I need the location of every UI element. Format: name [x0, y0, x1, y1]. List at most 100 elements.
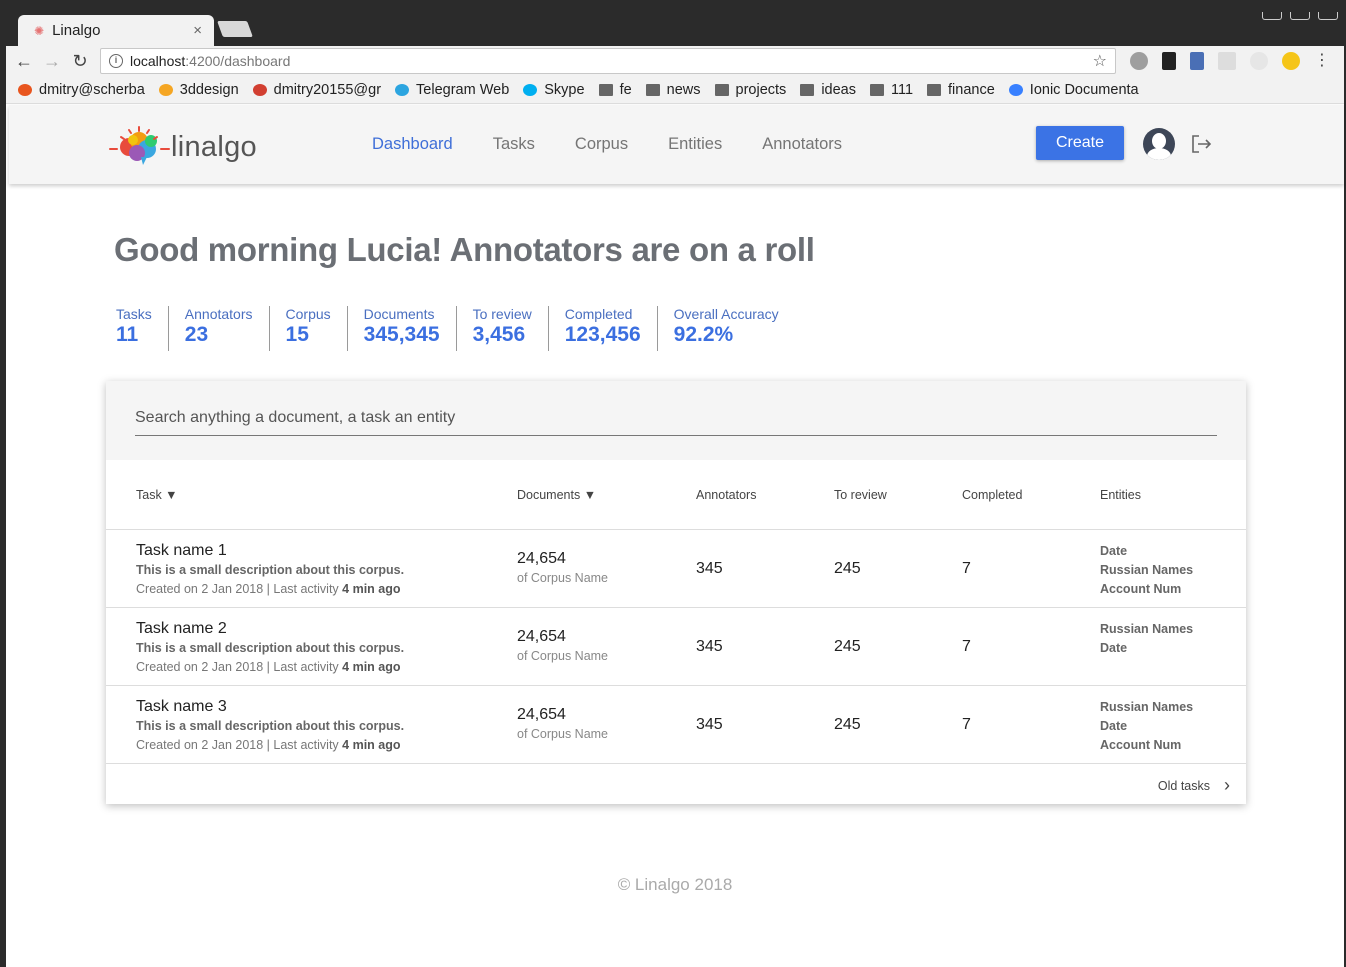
react-extension-icon[interactable]	[1250, 52, 1268, 70]
task-name[interactable]: Task name 3	[136, 698, 227, 716]
eyedropper-extension-icon[interactable]	[1190, 52, 1204, 70]
header-annotators: Annotators	[696, 488, 757, 502]
completed-count: 7	[962, 560, 971, 577]
to-review-count: 245	[834, 638, 861, 655]
nav-annotators[interactable]: Annotators	[762, 135, 842, 154]
logout-icon[interactable]	[1189, 132, 1213, 156]
task-name[interactable]: Task name 1	[136, 542, 227, 560]
maximize-icon[interactable]	[1290, 12, 1310, 20]
task-last-activity: 4 min ago	[342, 582, 401, 596]
table-row[interactable]: Task name 2 This is a small description a…	[106, 608, 1246, 686]
bookmark-item[interactable]: dmitry20155@gr	[252, 81, 382, 98]
menu-kebab-icon[interactable]: ⋮	[1314, 52, 1330, 70]
linalgo-logo[interactable]: linalgo	[107, 123, 257, 171]
user-avatar[interactable]	[1143, 128, 1175, 160]
telegram-icon	[395, 83, 410, 96]
bookmark-item[interactable]: dmitry@scherba	[18, 82, 145, 98]
stat-value: 345,345	[363, 323, 440, 346]
header-documents[interactable]: Documents ▼	[517, 488, 596, 502]
nav-dashboard[interactable]: Dashboard	[372, 135, 453, 154]
search-area	[106, 381, 1246, 460]
stat-completed: Completed 123,456	[547, 306, 657, 351]
corpus-name: of Corpus Name	[517, 649, 609, 663]
dino-extension-icon[interactable]	[1162, 52, 1176, 70]
folder-icon	[598, 83, 613, 96]
old-tasks-link[interactable]: Old tasks ›	[1158, 775, 1230, 796]
task-meta: Created on 2 Jan 2018 | Last activity 4 …	[136, 582, 401, 596]
reload-icon[interactable]: ↻	[66, 51, 94, 72]
task-created: Created on 2 Jan 2018 | Last activity	[136, 582, 343, 596]
page-footer: © Linalgo 2018	[617, 875, 733, 894]
chevron-right-icon: ›	[1224, 775, 1230, 795]
bookmark-label: Ionic Documenta	[1029, 81, 1139, 98]
document-count: 24,654	[517, 628, 566, 645]
to-review-count: 245	[834, 560, 861, 577]
bookmark-item[interactable]: finance	[927, 82, 995, 98]
avatar-body	[1147, 148, 1171, 160]
stat-label: Corpus	[285, 306, 331, 322]
table-body: Task name 1 This is a small description a…	[106, 530, 1246, 764]
browser-tab[interactable]: ✺ Linalgo ×	[18, 15, 214, 46]
nav-entities[interactable]: Entities	[668, 135, 722, 154]
bookmark-label: dmitry@scherba	[39, 81, 145, 98]
entity-item: Russian Names	[1100, 700, 1194, 714]
minimize-icon[interactable]	[1262, 12, 1282, 20]
document-count: 24,654	[517, 550, 566, 567]
info-icon[interactable]: i	[109, 54, 123, 68]
entity-item: Date	[1100, 641, 1128, 655]
back-arrow-icon[interactable]: ←	[10, 51, 38, 72]
forward-arrow-icon[interactable]: →	[38, 51, 66, 72]
to-review-count: 245	[834, 716, 861, 733]
nav-tasks[interactable]: Tasks	[493, 135, 535, 154]
search-input[interactable]	[135, 409, 1217, 436]
bookmark-item[interactable]: 3ddesign	[158, 82, 239, 98]
stat-tasks: Tasks 11	[114, 306, 168, 351]
bookmark-item[interactable]: projects	[714, 82, 786, 98]
close-window-icon[interactable]	[1318, 12, 1338, 20]
stat-label: To review	[472, 306, 532, 322]
old-tasks-label: Old tasks	[1157, 778, 1210, 793]
bookmark-item[interactable]: 111	[869, 82, 913, 98]
bookmark-label: ideas	[821, 81, 856, 98]
stats-bar: Tasks 11 Annotators 23 Corpus 15 Documents 345,…	[114, 306, 795, 351]
stat-label: Overall Accuracy	[673, 306, 779, 322]
entity-item: Date	[1100, 544, 1128, 558]
stat-value: 92.2%	[673, 323, 734, 346]
skype-icon	[523, 83, 538, 96]
header-task[interactable]: Task ▼	[136, 488, 178, 502]
address-bar[interactable]: i localhost:4200/dashboard ☆	[100, 48, 1116, 74]
globe-extension-icon[interactable]	[1130, 52, 1148, 70]
close-tab-icon[interactable]: ×	[193, 22, 202, 39]
table-row[interactable]: Task name 3 This is a small description a…	[106, 686, 1246, 764]
new-tab-button[interactable]	[217, 21, 253, 37]
entities-list: Russian Names Date Account Num	[1100, 698, 1193, 755]
stat-value: 3,456	[472, 323, 526, 346]
bookmark-item[interactable]: Ionic Documenta	[1008, 81, 1139, 98]
entity-item: Date	[1100, 719, 1128, 733]
stat-annotators: Annotators 23	[167, 306, 269, 351]
create-button[interactable]: Create	[1036, 126, 1124, 160]
folder-icon	[869, 83, 884, 96]
avatar-head	[1152, 133, 1166, 149]
bookmark-star-icon[interactable]: ☆	[1093, 51, 1107, 71]
url-host: localhost	[130, 53, 186, 69]
table-footer: Old tasks ›	[106, 764, 1246, 803]
nav-corpus[interactable]: Corpus	[575, 135, 628, 154]
bookmark-item[interactable]: Skype	[523, 82, 585, 98]
bookmark-item[interactable]: news	[645, 82, 701, 98]
header-entities: Entities	[1100, 488, 1141, 502]
tab-strip: ✺ Linalgo ×	[6, 12, 1344, 46]
main-nav: Dashboard Tasks Corpus Entities Annotators	[372, 105, 882, 184]
bookmark-item[interactable]: Telegram Web	[395, 82, 509, 98]
table-header: Task ▼ Documents ▼ Annotators To review …	[106, 460, 1246, 530]
bookmark-item[interactable]: fe	[598, 82, 632, 98]
window-controls	[1262, 12, 1338, 20]
bookmark-label: finance	[948, 81, 995, 98]
grid-extension-icon[interactable]	[1218, 52, 1236, 70]
moon-extension-icon[interactable]	[1282, 52, 1300, 70]
table-row[interactable]: Task name 1 This is a small description a…	[106, 530, 1246, 608]
bookmark-label: dmitry20155@gr	[273, 81, 382, 98]
task-name[interactable]: Task name 2	[136, 620, 227, 638]
corpus-name: of Corpus Name	[517, 571, 609, 585]
bookmark-item[interactable]: ideas	[800, 82, 856, 98]
